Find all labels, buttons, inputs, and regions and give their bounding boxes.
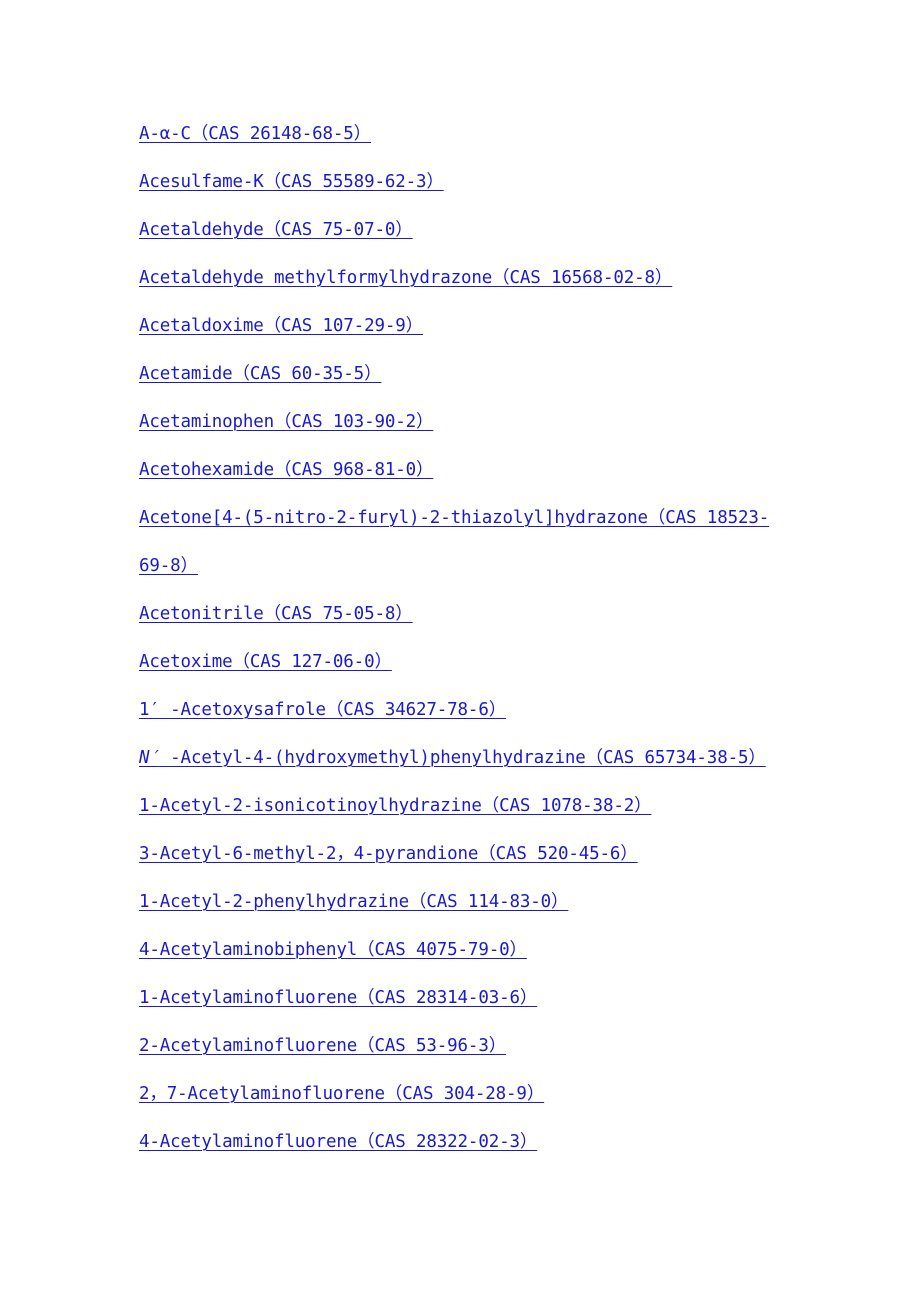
- chemical-link-list: A-α-C（CAS 26148-68-5） Acesulfame-K（CAS 55…: [0, 110, 920, 1166]
- list-item: 1-Acetyl-2-isonicotinoylhydrazine（CAS 10…: [139, 782, 780, 830]
- chemical-link-label: -Acetyl-4-(hydroxymethyl)phenylhydrazine…: [159, 748, 766, 768]
- list-item: Acetoxime（CAS 127-06-0）: [139, 638, 780, 686]
- list-item: Acetaminophen（CAS 103-90-2）: [139, 398, 780, 446]
- chemical-link-acetonitrile[interactable]: Acetonitrile（CAS 75-05-8）: [139, 604, 413, 624]
- list-item: Acetaldoxime（CAS 107-29-9）: [139, 302, 780, 350]
- list-item: Acetonitrile（CAS 75-05-8）: [139, 590, 780, 638]
- list-item: N′ -Acetyl-4-(hydroxymethyl)phenylhydraz…: [139, 734, 780, 782]
- list-item: 2，7-Acetylaminofluorene（CAS 304-28-9）: [139, 1070, 780, 1118]
- list-item: 3-Acetyl-6-methyl-2，4-pyrandione（CAS 520…: [139, 830, 780, 878]
- chemical-link-acetaldoxime[interactable]: Acetaldoxime（CAS 107-29-9）: [139, 316, 423, 336]
- list-item: Acetaldehyde（CAS 75-07-0）: [139, 206, 780, 254]
- list-item: 4-Acetylaminobiphenyl（CAS 4075-79-0）: [139, 926, 780, 974]
- chemical-link-acetaldehyde-methylformylhydrazone[interactable]: Acetaldehyde methylformylhydrazone（CAS 1…: [139, 268, 672, 288]
- list-item: Acetamide（CAS 60-35-5）: [139, 350, 780, 398]
- chemical-link-acetamide[interactable]: Acetamide（CAS 60-35-5）: [139, 364, 382, 384]
- list-item: 1′ -Acetoxysafrole（CAS 34627-78-6）: [139, 686, 780, 734]
- chemical-link-4-acetylaminobiphenyl[interactable]: 4-Acetylaminobiphenyl（CAS 4075-79-0）: [139, 940, 527, 960]
- chemical-link-1-acetylaminofluorene[interactable]: 1-Acetylaminofluorene（CAS 28314-03-6）: [139, 988, 537, 1008]
- list-item: Acetaldehyde methylformylhydrazone（CAS 1…: [139, 254, 780, 302]
- italic-locant-prefix: N′: [139, 748, 160, 768]
- chemical-link-2-7-acetylaminofluorene[interactable]: 2，7-Acetylaminofluorene（CAS 304-28-9）: [139, 1084, 544, 1104]
- list-item: 2-Acetylaminofluorene（CAS 53-96-3）: [139, 1022, 780, 1070]
- chemical-link-n-prime-acetyl-4-hydroxymethyl-phenylhydrazine[interactable]: N′ -Acetyl-4-(hydroxymethyl)phenylhydraz…: [139, 748, 766, 768]
- list-item: 1-Acetylaminofluorene（CAS 28314-03-6）: [139, 974, 780, 1022]
- list-item: Acetohexamide（CAS 968-81-0）: [139, 446, 780, 494]
- list-item: Acetone[4-(5-nitro-2-furyl)-2-thiazolyl]…: [139, 494, 780, 590]
- chemical-link-3-acetyl-6-methyl-2-4-pyrandione[interactable]: 3-Acetyl-6-methyl-2，4-pyrandione（CAS 520…: [139, 844, 638, 864]
- document-page: A-α-C（CAS 26148-68-5） Acesulfame-K（CAS 55…: [0, 0, 920, 1302]
- chemical-link-1-acetyl-2-isonicotinoylhydrazine[interactable]: 1-Acetyl-2-isonicotinoylhydrazine（CAS 10…: [139, 796, 652, 816]
- list-item: A-α-C（CAS 26148-68-5）: [139, 110, 780, 158]
- chemical-link-acesulfame-k[interactable]: Acesulfame-K（CAS 55589-62-3）: [139, 172, 444, 192]
- chemical-link-a-alpha-c[interactable]: A-α-C（CAS 26148-68-5）: [139, 124, 371, 144]
- chemical-link-1-prime-acetoxysafrole[interactable]: 1′ -Acetoxysafrole（CAS 34627-78-6）: [139, 700, 506, 720]
- chemical-link-2-acetylaminofluorene[interactable]: 2-Acetylaminofluorene（CAS 53-96-3）: [139, 1036, 506, 1056]
- list-item: Acesulfame-K（CAS 55589-62-3）: [139, 158, 780, 206]
- chemical-link-acetoxime[interactable]: Acetoxime（CAS 127-06-0）: [139, 652, 392, 672]
- chemical-link-acetaldehyde[interactable]: Acetaldehyde（CAS 75-07-0）: [139, 220, 413, 240]
- chemical-link-4-acetylaminofluorene[interactable]: 4-Acetylaminofluorene（CAS 28322-02-3）: [139, 1132, 537, 1152]
- chemical-link-1-acetyl-2-phenylhydrazine[interactable]: 1-Acetyl-2-phenylhydrazine（CAS 114-83-0）: [139, 892, 569, 912]
- chemical-link-acetone-nitrofuryl-thiazolyl-hydrazone[interactable]: Acetone[4-(5-nitro-2-furyl)-2-thiazolyl]…: [139, 508, 769, 576]
- list-item: 4-Acetylaminofluorene（CAS 28322-02-3）: [139, 1118, 780, 1166]
- list-item: 1-Acetyl-2-phenylhydrazine（CAS 114-83-0）: [139, 878, 780, 926]
- chemical-link-acetohexamide[interactable]: Acetohexamide（CAS 968-81-0）: [139, 460, 434, 480]
- chemical-link-acetaminophen[interactable]: Acetaminophen（CAS 103-90-2）: [139, 412, 434, 432]
